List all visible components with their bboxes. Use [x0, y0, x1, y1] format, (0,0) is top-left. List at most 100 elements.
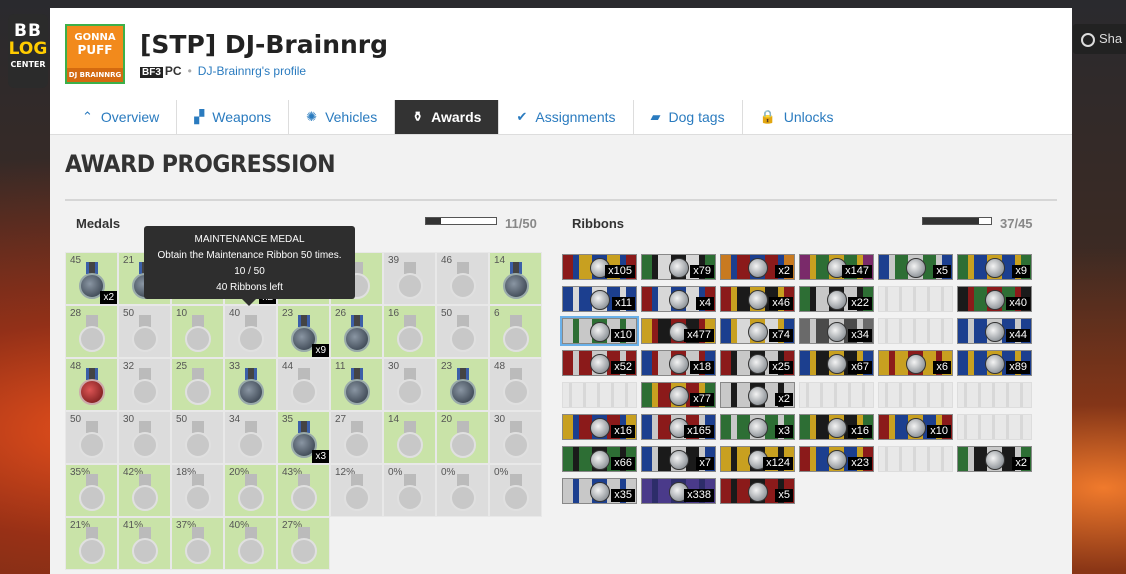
- ribbon[interactable]: x52: [562, 350, 637, 376]
- bblog-logo[interactable]: BB LOG CENTER: [8, 14, 48, 88]
- ribbon-locked[interactable]: [957, 414, 1032, 440]
- ribbon[interactable]: x77: [641, 382, 716, 408]
- medal-tile[interactable]: 45 x2: [65, 252, 118, 305]
- ribbon[interactable]: x46: [720, 286, 795, 312]
- ribbon[interactable]: x74: [720, 318, 795, 344]
- medal-tile[interactable]: 27%: [277, 517, 330, 570]
- medal-tile[interactable]: 50: [65, 411, 118, 464]
- medal-tile[interactable]: 50: [171, 411, 224, 464]
- medal-tile[interactable]: 46: [436, 252, 489, 305]
- medal-tile[interactable]: 40: [224, 305, 277, 358]
- ribbon-locked[interactable]: [957, 382, 1032, 408]
- medal-tile[interactable]: 27: [330, 411, 383, 464]
- medal-tile[interactable]: 23: [436, 358, 489, 411]
- medal-tile[interactable]: 30: [118, 411, 171, 464]
- ribbon[interactable]: x25: [720, 350, 795, 376]
- ribbon[interactable]: x10: [560, 316, 639, 346]
- ribbon[interactable]: x11: [562, 286, 637, 312]
- medal-tile[interactable]: 26: [330, 305, 383, 358]
- ribbon[interactable]: x124: [720, 446, 795, 472]
- ribbon[interactable]: x147: [799, 254, 874, 280]
- ribbon[interactable]: x2: [720, 254, 795, 280]
- ribbon-locked[interactable]: [878, 382, 953, 408]
- ribbon[interactable]: x9: [957, 254, 1032, 280]
- ribbon[interactable]: x79: [641, 254, 716, 280]
- tab-awards[interactable]: ⚱ Awards: [395, 100, 500, 134]
- medal-tile[interactable]: 39: [383, 252, 436, 305]
- ribbon[interactable]: x23: [799, 446, 874, 472]
- medal-tile[interactable]: 42%: [118, 464, 171, 517]
- medal-tile[interactable]: 30: [489, 411, 542, 464]
- ribbon-locked[interactable]: [562, 382, 637, 408]
- medal-tile[interactable]: 33: [224, 358, 277, 411]
- medal-tile[interactable]: 37%: [171, 517, 224, 570]
- medal-tile[interactable]: 30: [383, 358, 436, 411]
- medal-tile[interactable]: 41%: [118, 517, 171, 570]
- medal-tile[interactable]: 32: [118, 358, 171, 411]
- ribbon[interactable]: x5: [878, 254, 953, 280]
- ribbon[interactable]: x10: [878, 414, 953, 440]
- medal-tile[interactable]: 48: [65, 358, 118, 411]
- medal-tile[interactable]: 50: [118, 305, 171, 358]
- medal-tile[interactable]: 44: [277, 358, 330, 411]
- medal-tile[interactable]: 21%: [65, 517, 118, 570]
- ribbon[interactable]: x477: [641, 318, 716, 344]
- share-button[interactable]: Sha: [1073, 24, 1126, 54]
- ribbon-locked[interactable]: [878, 286, 953, 312]
- ribbon[interactable]: x22: [799, 286, 874, 312]
- medal-tile[interactable]: 28: [65, 305, 118, 358]
- ribbon[interactable]: x338: [641, 478, 716, 504]
- medal-tile[interactable]: 34: [224, 411, 277, 464]
- medal-tile[interactable]: 43%: [277, 464, 330, 517]
- tab-overview[interactable]: ⌃ Overview: [65, 100, 178, 134]
- medal-tile[interactable]: 20%: [224, 464, 277, 517]
- medal-tile[interactable]: 35%: [65, 464, 118, 517]
- ribbon[interactable]: x44: [957, 318, 1032, 344]
- avatar[interactable]: GONNA PUFF DJ BRAINNRG: [65, 24, 125, 84]
- ribbon[interactable]: x66: [562, 446, 637, 472]
- medal-tile[interactable]: 20: [436, 411, 489, 464]
- ribbon-locked[interactable]: [878, 446, 953, 472]
- medal-tile[interactable]: 11: [330, 358, 383, 411]
- medal-tile[interactable]: 0%: [436, 464, 489, 517]
- ribbon[interactable]: x67: [799, 350, 874, 376]
- medal-tile[interactable]: 0%: [383, 464, 436, 517]
- ribbon[interactable]: x18: [641, 350, 716, 376]
- medal-tile[interactable]: 35 x3: [277, 411, 330, 464]
- medal-tile[interactable]: 14: [383, 411, 436, 464]
- ribbon[interactable]: x2: [720, 382, 795, 408]
- ribbon[interactable]: x7: [641, 446, 716, 472]
- medal-tile[interactable]: 0%: [489, 464, 542, 517]
- ribbon-locked[interactable]: [799, 382, 874, 408]
- ribbon[interactable]: x105: [562, 254, 637, 280]
- ribbon[interactable]: x4: [641, 286, 716, 312]
- tab-vehicles[interactable]: ✺ Vehicles: [289, 100, 396, 134]
- tab-dog-tags[interactable]: ▰ Dog tags: [634, 100, 743, 134]
- medal-tile[interactable]: 48: [489, 358, 542, 411]
- ribbon[interactable]: x16: [799, 414, 874, 440]
- medal-tile[interactable]: 16: [383, 305, 436, 358]
- ribbon[interactable]: x35: [562, 478, 637, 504]
- medal-tile[interactable]: 12%: [330, 464, 383, 517]
- ribbon-locked[interactable]: [878, 318, 953, 344]
- ribbon[interactable]: x3: [720, 414, 795, 440]
- medal-tile[interactable]: 18%: [171, 464, 224, 517]
- medal-tile[interactable]: 50: [436, 305, 489, 358]
- medal-tile[interactable]: 14: [489, 252, 542, 305]
- ribbon[interactable]: x5: [720, 478, 795, 504]
- ribbon[interactable]: x165: [641, 414, 716, 440]
- tab-assignments[interactable]: ✔ Assignments: [499, 100, 634, 134]
- medal-tile[interactable]: 40%: [224, 517, 277, 570]
- ribbon[interactable]: x2: [957, 446, 1032, 472]
- tab-unlocks[interactable]: 🔒 Unlocks: [743, 100, 851, 134]
- profile-link[interactable]: DJ-Brainnrg's profile: [198, 64, 306, 78]
- ribbon[interactable]: x40: [957, 286, 1032, 312]
- medal-tile[interactable]: 23 x9: [277, 305, 330, 358]
- ribbon[interactable]: x89: [957, 350, 1032, 376]
- ribbon[interactable]: x34: [799, 318, 874, 344]
- ribbon[interactable]: x6: [878, 350, 953, 376]
- medal-tile[interactable]: 10: [171, 305, 224, 358]
- medal-tile[interactable]: 6: [489, 305, 542, 358]
- medal-tile[interactable]: 25: [171, 358, 224, 411]
- tab-weapons[interactable]: ▞ Weapons: [177, 100, 290, 134]
